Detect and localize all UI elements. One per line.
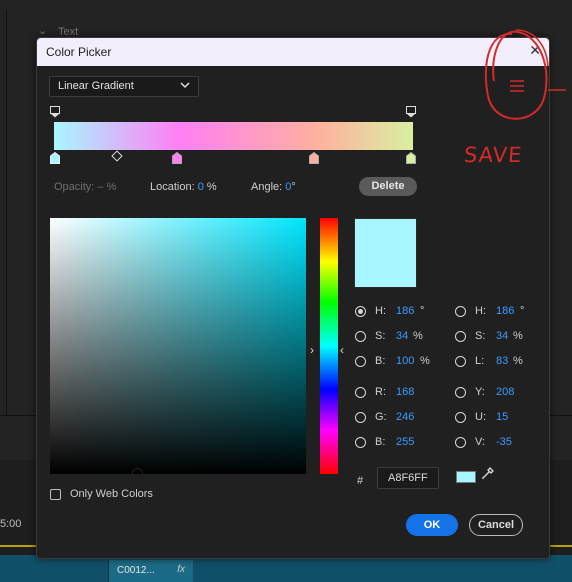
field-label: Y: <box>475 386 485 398</box>
field-value[interactable]: 186 <box>496 305 514 317</box>
field-label: B: <box>375 355 386 367</box>
current-color-swatch <box>354 218 417 288</box>
radio-rgb-2[interactable] <box>355 437 366 448</box>
radio-hsl-0[interactable] <box>455 306 466 317</box>
hex-value: A8F6FF <box>388 472 428 484</box>
clip-name: C0012... <box>117 565 155 576</box>
location-value[interactable]: 0 <box>198 181 204 193</box>
ok-button[interactable]: OK <box>406 514 458 536</box>
color-stop[interactable] <box>309 152 319 164</box>
field-value[interactable]: 255 <box>396 436 414 448</box>
hex-input[interactable]: A8F6FF <box>377 467 439 489</box>
field-label: V: <box>475 436 485 448</box>
color-stop[interactable] <box>172 152 182 164</box>
opacity-stop-left[interactable] <box>50 106 60 118</box>
color-field-cursor[interactable] <box>132 468 143 479</box>
field-value[interactable]: 208 <box>496 386 514 398</box>
field-unit: % <box>420 355 430 367</box>
save-annotation-text: SAVE <box>463 143 524 167</box>
field-label: B: <box>375 436 386 448</box>
field-label: S: <box>475 330 486 342</box>
saturation-brightness-field[interactable] <box>50 218 306 474</box>
chevron-right-icon[interactable]: › <box>310 343 314 357</box>
video-track <box>0 555 572 582</box>
field-value[interactable]: 100 <box>396 355 414 367</box>
field-label: R: <box>375 386 386 398</box>
field-label: L: <box>475 355 485 367</box>
dialog-title: Color Picker <box>46 45 112 59</box>
angle-label: Angle: 0° <box>251 181 296 193</box>
radio-yuv-0[interactable] <box>455 387 466 398</box>
field-value[interactable]: 34 <box>496 330 508 342</box>
field-label: G: <box>375 411 387 423</box>
radio-rgb-0[interactable] <box>355 387 366 398</box>
hue-slider[interactable] <box>320 218 338 474</box>
color-stop[interactable] <box>50 152 60 164</box>
location-label: Location: 0 % <box>150 181 217 193</box>
gradient-midpoint[interactable] <box>111 150 123 162</box>
chevron-left-icon[interactable]: ‹ <box>340 343 344 357</box>
field-value[interactable]: 186 <box>396 305 414 317</box>
radio-hsl-2[interactable] <box>455 356 466 367</box>
cancel-button[interactable]: Cancel <box>469 514 523 536</box>
field-value[interactable]: -35 <box>496 436 512 448</box>
field-label: S: <box>375 330 386 342</box>
chevron-down-icon: ⌄ <box>38 25 48 37</box>
eyedropper-icon[interactable] <box>481 466 495 480</box>
chevron-down-icon <box>180 82 190 89</box>
field-unit: ° <box>420 305 425 317</box>
color-preview-chip <box>456 471 476 483</box>
radio-yuv-1[interactable] <box>455 412 466 423</box>
field-value[interactable]: 83 <box>496 355 508 367</box>
gradient-type-value: Linear Gradient <box>58 80 134 92</box>
field-label: U: <box>475 411 486 423</box>
only-web-colors-label: Only Web Colors <box>70 488 153 500</box>
timecode-label: 5:00 <box>0 518 22 530</box>
radio-yuv-2[interactable] <box>455 437 466 448</box>
delete-stop-button[interactable]: Delete <box>359 177 417 196</box>
field-value[interactable]: 246 <box>396 411 414 423</box>
hex-label: # <box>357 475 364 487</box>
field-value[interactable]: 15 <box>496 411 508 423</box>
gradient-bar[interactable] <box>54 122 413 150</box>
opacity-label: Opacity: – % <box>54 181 117 193</box>
red-circle-annotation <box>484 29 566 120</box>
radio-hsl-1[interactable] <box>455 331 466 342</box>
opacity-stop-right[interactable] <box>406 106 416 118</box>
only-web-colors-checkbox[interactable] <box>50 489 61 500</box>
field-label: H: <box>375 305 386 317</box>
gradient-type-dropdown[interactable]: Linear Gradient <box>49 76 199 97</box>
field-value[interactable]: 34 <box>396 330 408 342</box>
radio-hsb-1[interactable] <box>355 331 366 342</box>
opacity-value[interactable]: – % <box>97 181 116 193</box>
color-stop[interactable] <box>406 152 416 164</box>
field-unit: % <box>513 330 523 342</box>
radio-rgb-1[interactable] <box>355 412 366 423</box>
timeline-clip[interactable]: C0012... fx <box>108 560 193 582</box>
field-unit: % <box>413 330 423 342</box>
field-unit: ° <box>520 305 525 317</box>
fx-badge[interactable]: fx <box>177 564 185 575</box>
panel-divider <box>6 10 7 415</box>
field-label: H: <box>475 305 486 317</box>
radio-hsb-0[interactable] <box>355 306 366 317</box>
field-unit: % <box>513 355 523 367</box>
radio-hsb-2[interactable] <box>355 356 366 367</box>
field-value[interactable]: 168 <box>396 386 414 398</box>
